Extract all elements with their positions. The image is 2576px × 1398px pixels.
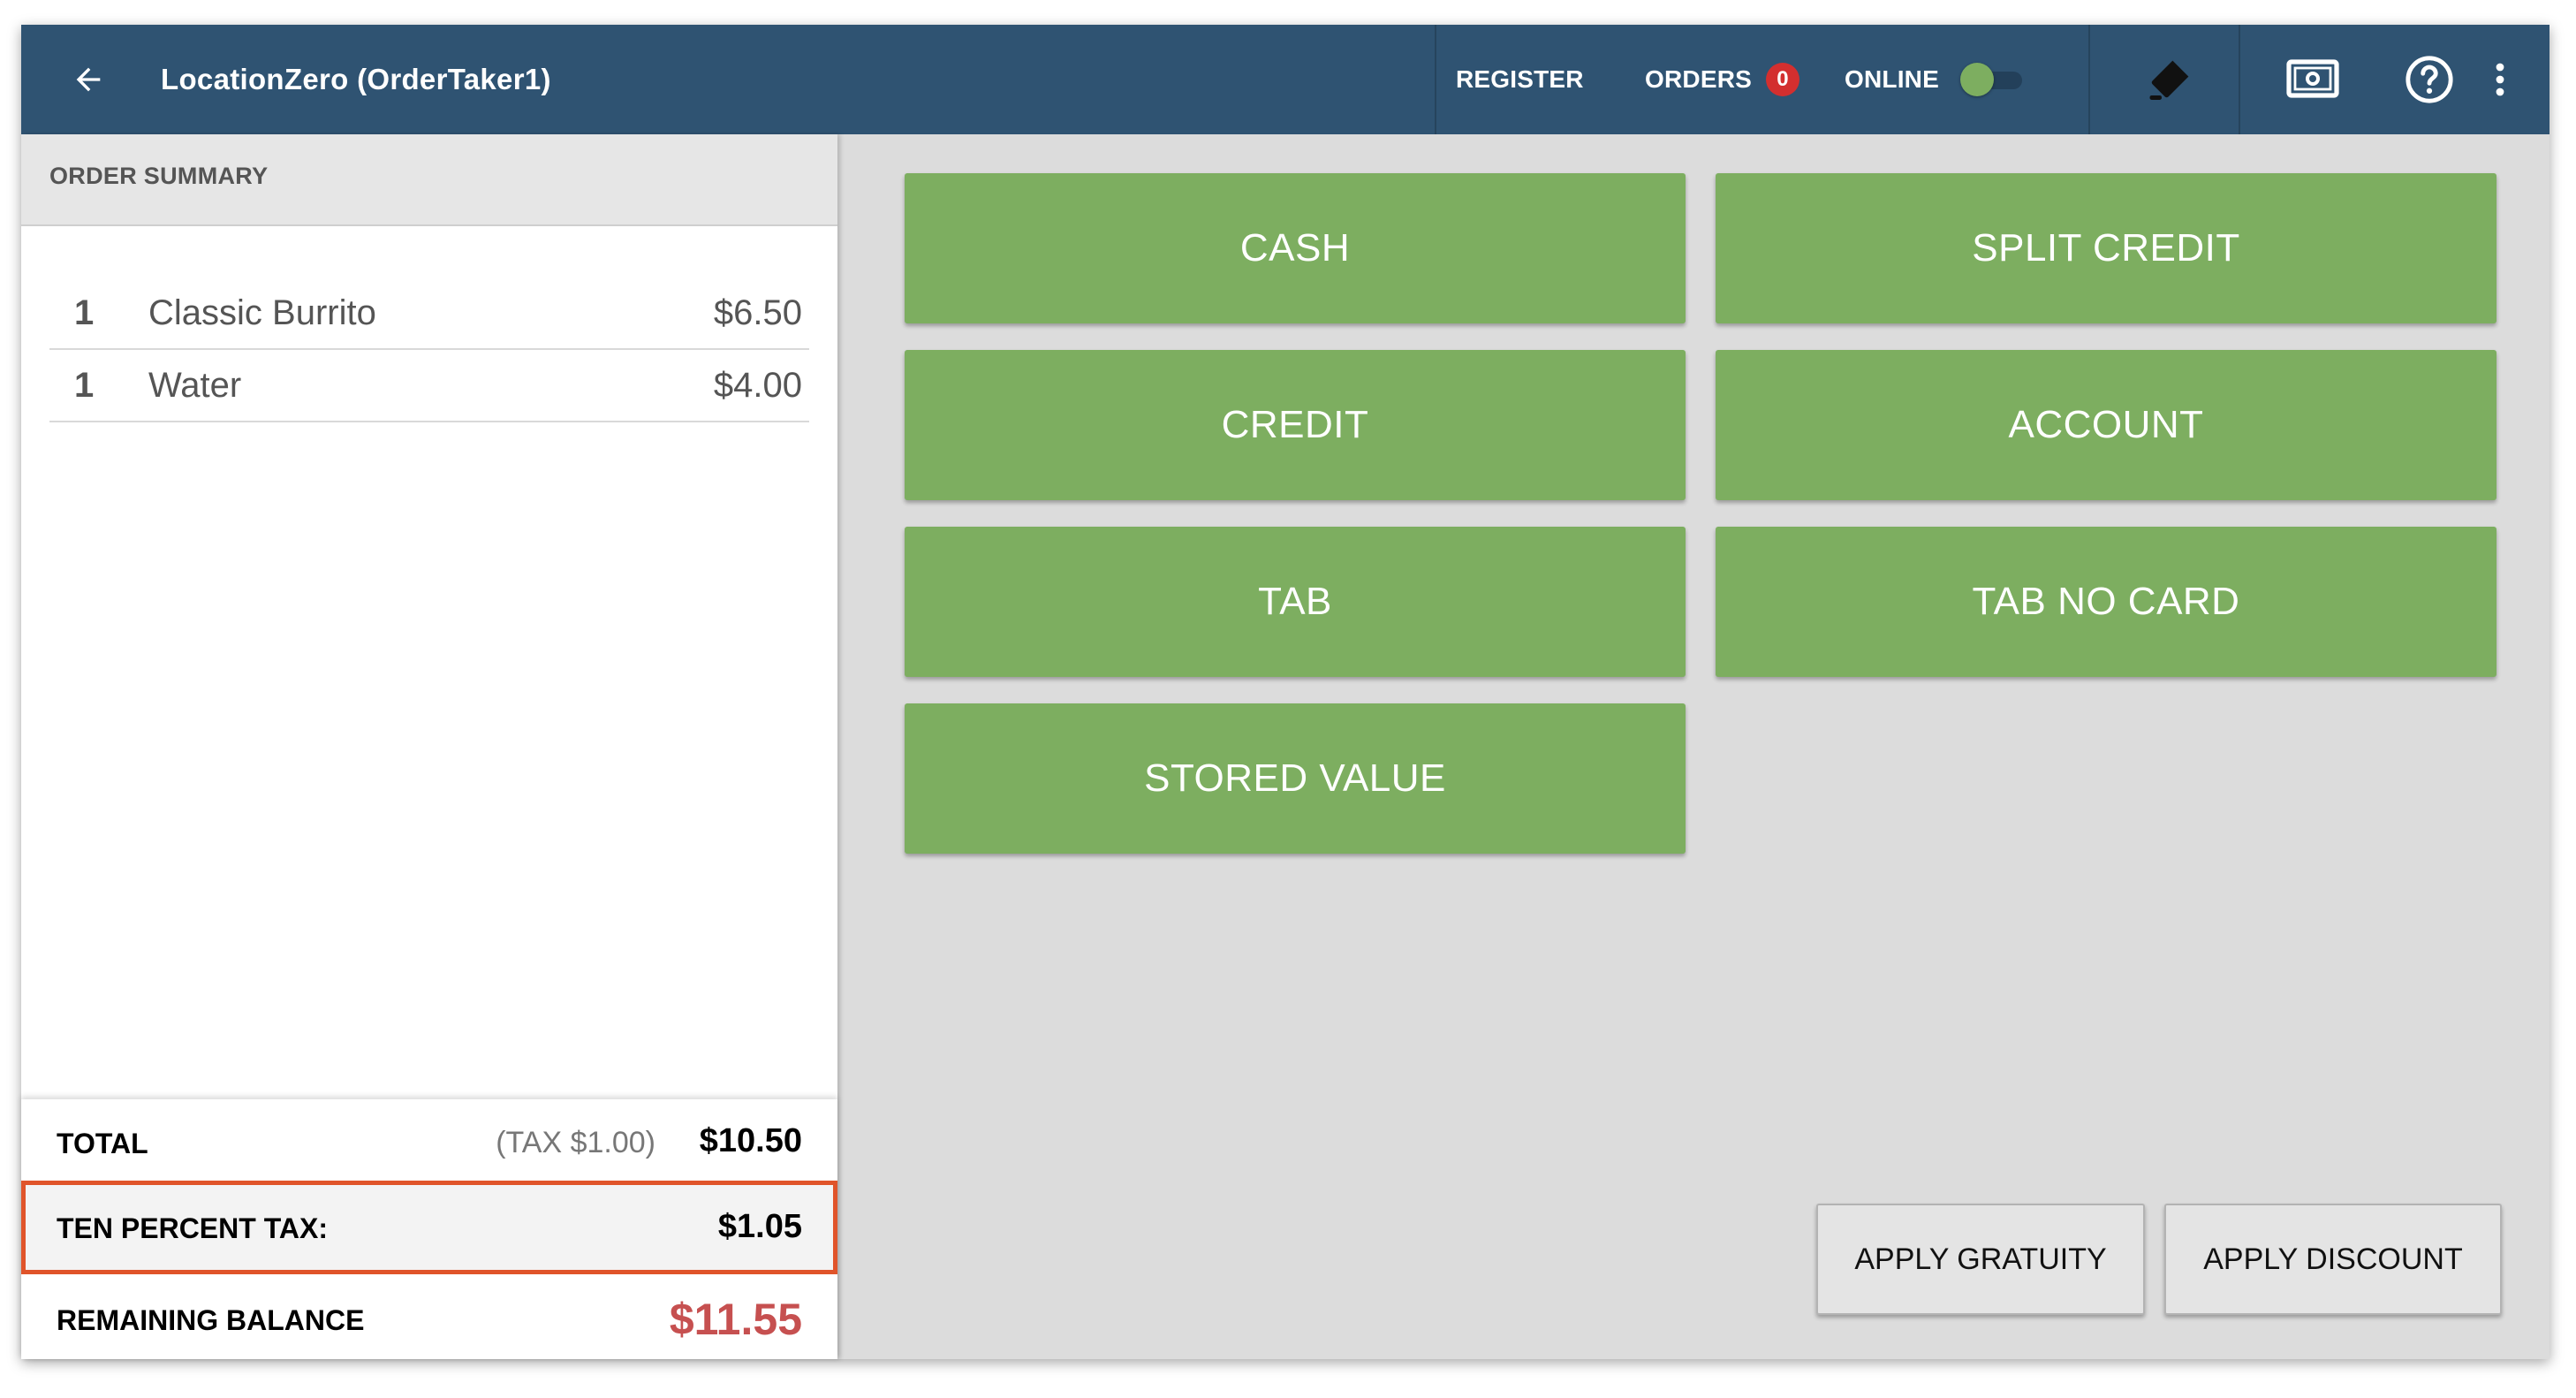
apply-gratuity-button[interactable]: APPLY GRATUITY [1816, 1204, 2145, 1315]
help-button[interactable] [2394, 44, 2465, 115]
order-summary-title: ORDER SUMMARY [49, 163, 269, 189]
toggle-thumb [1959, 63, 1994, 96]
arrow-left-icon [76, 67, 101, 92]
split-credit-button[interactable]: SPLIT CREDIT [1716, 173, 2496, 323]
total-row: TOTAL (TAX $1.00) $10.50 [21, 1099, 837, 1181]
online-label: ONLINE [1845, 65, 1939, 93]
ten-percent-tax-label: TEN PERCENT TAX: [57, 1212, 328, 1244]
totals-section: TOTAL (TAX $1.00) $10.50 TEN PERCENT TAX… [21, 1099, 837, 1359]
cash-button[interactable]: CASH [905, 173, 1686, 323]
item-quantity: 1 [74, 366, 95, 405]
order-summary-header: ORDER SUMMARY [21, 134, 837, 226]
orders-link[interactable]: ORDERS 0 [1645, 25, 1799, 134]
ten-percent-tax-row: TEN PERCENT TAX: $1.05 [21, 1181, 837, 1274]
app-window: LocationZero (OrderTaker1) REGISTER ORDE… [21, 25, 2549, 1359]
tab-no-card-button[interactable]: TAB NO CARD [1716, 527, 2496, 677]
nav-divider [2239, 25, 2240, 134]
ten-percent-tax-value: $1.05 [717, 1208, 802, 1245]
account-button[interactable]: ACCOUNT [1716, 350, 2496, 500]
apply-discount-button[interactable]: APPLY DISCOUNT [2164, 1204, 2502, 1315]
tax-note: (TAX $1.00) [496, 1126, 655, 1159]
item-quantity: 1 [74, 293, 95, 332]
more-options-button[interactable] [2474, 44, 2527, 115]
item-price: $6.50 [713, 293, 802, 332]
online-toggle[interactable] [1959, 63, 2022, 96]
more-vertical-icon [2496, 63, 2504, 96]
item-name: Classic Burrito [148, 293, 376, 332]
total-value: $10.50 [699, 1122, 802, 1159]
item-name: Water [148, 366, 242, 405]
order-line-item[interactable]: 1 Water $4.00 [49, 350, 809, 422]
tag-button[interactable] [2134, 44, 2205, 115]
tag-icon [2149, 60, 2189, 100]
nav-divider [2088, 25, 2090, 134]
tab-button[interactable]: TAB [905, 527, 1686, 677]
order-line-item[interactable]: 1 Classic Burrito $6.50 [49, 277, 809, 350]
total-label: TOTAL [57, 1128, 148, 1159]
back-button[interactable] [60, 51, 117, 108]
online-status: ONLINE [1845, 25, 2022, 134]
register-link[interactable]: REGISTER [1456, 25, 1584, 134]
order-summary-panel: ORDER SUMMARY 1 Classic Burrito $6.50 1 … [21, 134, 837, 1359]
remaining-balance-row: REMAINING BALANCE $11.55 [21, 1274, 837, 1359]
orders-label: ORDERS [1645, 65, 1752, 93]
cash-drawer-button[interactable] [2277, 44, 2348, 115]
item-price: $4.00 [713, 366, 802, 405]
remaining-balance-label: REMAINING BALANCE [57, 1304, 365, 1336]
app-title: LocationZero (OrderTaker1) [161, 63, 551, 95]
nav-divider [1435, 25, 1436, 134]
orders-count-badge: 0 [1766, 63, 1799, 96]
help-circle-icon [2406, 56, 2453, 103]
cash-drawer-icon [2286, 59, 2339, 98]
credit-button[interactable]: CREDIT [905, 350, 1686, 500]
remaining-balance-value: $11.55 [669, 1295, 802, 1344]
top-app-bar: LocationZero (OrderTaker1) REGISTER ORDE… [21, 25, 2549, 134]
stored-value-button[interactable]: STORED VALUE [905, 703, 1686, 854]
